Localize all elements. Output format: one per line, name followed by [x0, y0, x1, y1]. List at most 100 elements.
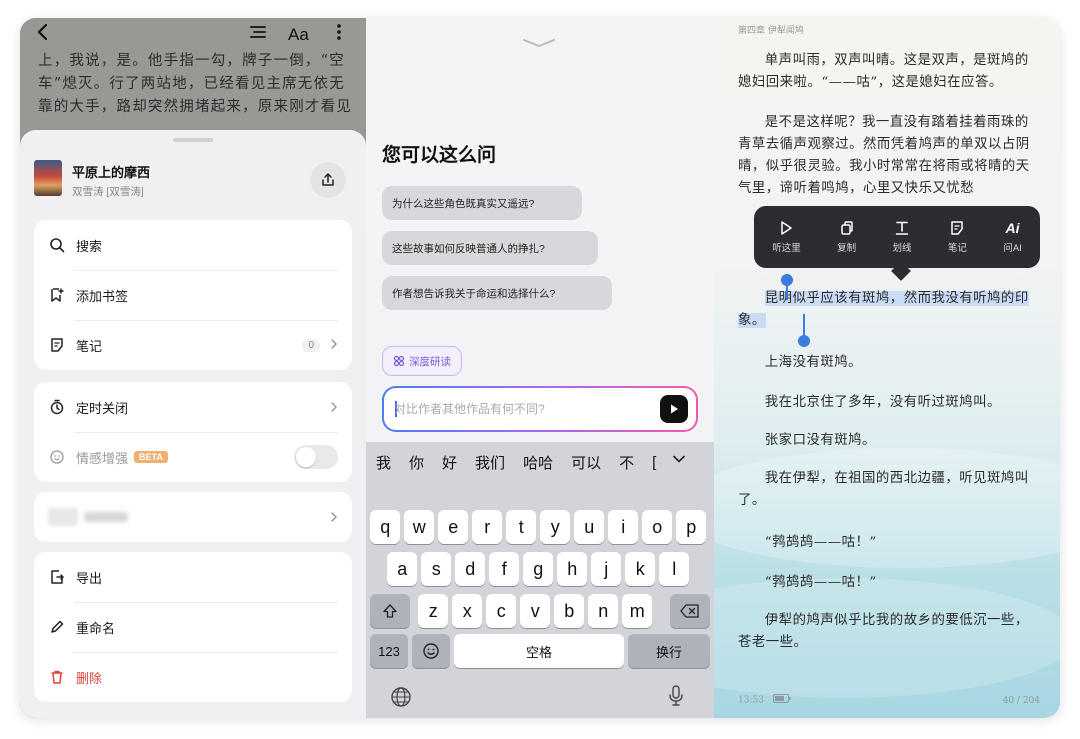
- key-x[interactable]: x: [452, 594, 483, 628]
- key-p[interactable]: p: [676, 510, 707, 544]
- candidate-word[interactable]: 你: [409, 452, 424, 473]
- candidate-word[interactable]: 我: [376, 452, 391, 473]
- collapse-chevron-icon[interactable]: [520, 36, 558, 54]
- expand-candidates-icon[interactable]: [672, 452, 686, 470]
- status-footer: 13:53: [738, 694, 791, 706]
- key-n[interactable]: n: [588, 594, 619, 628]
- timer-emotion-card: 定时关闭 情感增强 BETA: [34, 382, 352, 482]
- microphone-icon[interactable]: [668, 684, 684, 713]
- selection-start-handle[interactable]: [781, 274, 793, 286]
- emoji-key[interactable]: [412, 634, 450, 668]
- key-v[interactable]: v: [520, 594, 551, 628]
- deep-read-label: 深度研读: [409, 355, 451, 368]
- key-k[interactable]: k: [625, 552, 656, 586]
- shift-key[interactable]: [370, 594, 410, 628]
- delete-row[interactable]: 删除: [34, 652, 352, 702]
- ask-input[interactable]: [394, 388, 654, 430]
- paragraph[interactable]: 上海没有斑鸠。: [738, 352, 1038, 374]
- candidate-word[interactable]: 不: [619, 452, 634, 473]
- book-title: 平原上的摩西: [72, 165, 151, 180]
- key-d[interactable]: d: [455, 552, 486, 586]
- selected-text[interactable]: 昆明似乎应该有斑鸠，然而我没有听鸠的印象。: [738, 291, 1029, 328]
- trash-icon: [48, 668, 66, 686]
- paragraph[interactable]: 我在伊犁，在祖国的西北边疆，听见斑鸠叫了。: [738, 468, 1038, 512]
- suggestion-chip[interactable]: 这些故事如何反映普通人的挣扎?: [382, 231, 598, 265]
- chevron-right-icon: [330, 401, 338, 413]
- key-y[interactable]: y: [540, 510, 571, 544]
- copy-icon: [840, 221, 853, 235]
- paragraph[interactable]: “鹁鸪鸪——咕！”: [738, 572, 1038, 594]
- backspace-key[interactable]: [670, 594, 710, 628]
- key-h[interactable]: h: [557, 552, 588, 586]
- paragraph[interactable]: 单声叫雨，双声叫晴。这是双声，是斑鸠的媳妇回来啦。“——咕”，这是媳妇在应答。: [738, 50, 1038, 94]
- note-button[interactable]: 笔记: [948, 220, 967, 254]
- onscreen-keyboard: 我 你 好 我们 哈哈 可以 不 [ qwertyuiop asdfghjkl zx…: [366, 442, 714, 718]
- space-key[interactable]: 空格: [454, 634, 624, 668]
- key-i[interactable]: i: [608, 510, 639, 544]
- candidate-word[interactable]: 哈哈: [523, 452, 553, 473]
- key-f[interactable]: f: [489, 552, 520, 586]
- note-icon: [48, 336, 66, 354]
- add-bookmark-row[interactable]: 添加书签: [34, 270, 352, 320]
- blurred-row[interactable]: [34, 492, 352, 542]
- key-q[interactable]: q: [370, 510, 401, 544]
- listen-here-button[interactable]: 听这里: [772, 220, 801, 254]
- ask-ai-panel: 您可以这么问 为什么这些角色既真实又遥远? 这些故事如何反映普通人的挣扎? 作者…: [366, 18, 714, 718]
- paragraph[interactable]: “鹁鸪鸪——咕！”: [738, 532, 1038, 554]
- table-of-contents-icon[interactable]: [248, 22, 268, 49]
- suggestion-chip[interactable]: 为什么这些角色既真实又遥远?: [382, 186, 582, 220]
- candidate-word[interactable]: [: [652, 454, 656, 471]
- keyboard-bottom-bar: [366, 678, 714, 718]
- key-o[interactable]: o: [642, 510, 673, 544]
- more-options-icon[interactable]: [336, 22, 342, 49]
- key-c[interactable]: c: [486, 594, 517, 628]
- key-s[interactable]: s: [421, 552, 452, 586]
- send-button[interactable]: [660, 395, 688, 423]
- key-b[interactable]: b: [554, 594, 585, 628]
- key-w[interactable]: w: [404, 510, 435, 544]
- send-arrow-icon: [671, 404, 678, 414]
- key-r[interactable]: r: [472, 510, 503, 544]
- key-m[interactable]: m: [622, 594, 653, 628]
- bookmark-add-icon: [48, 286, 66, 304]
- search-row[interactable]: 搜索: [34, 220, 352, 270]
- emotion-enhance-toggle[interactable]: [294, 445, 338, 469]
- key-g[interactable]: g: [523, 552, 554, 586]
- back-icon[interactable]: [36, 22, 50, 49]
- paragraph[interactable]: 我在北京住了多年，没有听过斑鸠叫。: [738, 392, 1038, 414]
- sheet-handle[interactable]: [173, 138, 213, 142]
- return-key[interactable]: 换行: [628, 634, 710, 668]
- numbers-key[interactable]: 123: [370, 634, 408, 668]
- pencil-icon: [48, 618, 66, 636]
- share-button[interactable]: [310, 162, 346, 198]
- underline-button[interactable]: 划线: [893, 220, 912, 254]
- deep-read-button[interactable]: 深度研读: [382, 346, 462, 376]
- sleep-timer-row[interactable]: 定时关闭: [34, 382, 352, 432]
- candidate-word[interactable]: 可以: [571, 452, 601, 473]
- battery-icon: [772, 694, 791, 706]
- candidate-word[interactable]: 我们: [475, 452, 505, 473]
- export-row[interactable]: 导出: [34, 552, 352, 602]
- notes-row[interactable]: 笔记 0: [34, 320, 352, 370]
- copy-button[interactable]: 复制: [837, 220, 856, 254]
- candidate-word[interactable]: 好: [442, 452, 457, 473]
- deep-read-icon: [393, 355, 405, 367]
- key-z[interactable]: z: [418, 594, 449, 628]
- key-u[interactable]: u: [574, 510, 605, 544]
- globe-icon[interactable]: [390, 686, 412, 713]
- key-a[interactable]: a: [387, 552, 418, 586]
- suggestion-chip[interactable]: 作者想告诉我关于命运和选择什么?: [382, 276, 612, 310]
- key-l[interactable]: l: [659, 552, 690, 586]
- paragraph[interactable]: 张家口没有斑鸠。: [738, 430, 1038, 452]
- file-actions-card: 导出 重命名 删除: [34, 552, 352, 702]
- key-e[interactable]: e: [438, 510, 469, 544]
- selection-end-handle[interactable]: [798, 335, 810, 347]
- ask-ai-button[interactable]: Ai 问AI: [1003, 220, 1021, 254]
- key-j[interactable]: j: [591, 552, 622, 586]
- key-t[interactable]: t: [506, 510, 537, 544]
- page-number: 40 / 204: [1002, 696, 1040, 706]
- rename-row[interactable]: 重命名: [34, 602, 352, 652]
- font-settings-icon[interactable]: Aa: [288, 22, 309, 48]
- paragraph[interactable]: 伊犁的鸠声似乎比我的故乡的要低沉一些，苍老一些。: [738, 610, 1038, 654]
- selected-paragraph[interactable]: 昆明似乎应该有斑鸠，然而我没有听鸠的印象。: [738, 288, 1038, 332]
